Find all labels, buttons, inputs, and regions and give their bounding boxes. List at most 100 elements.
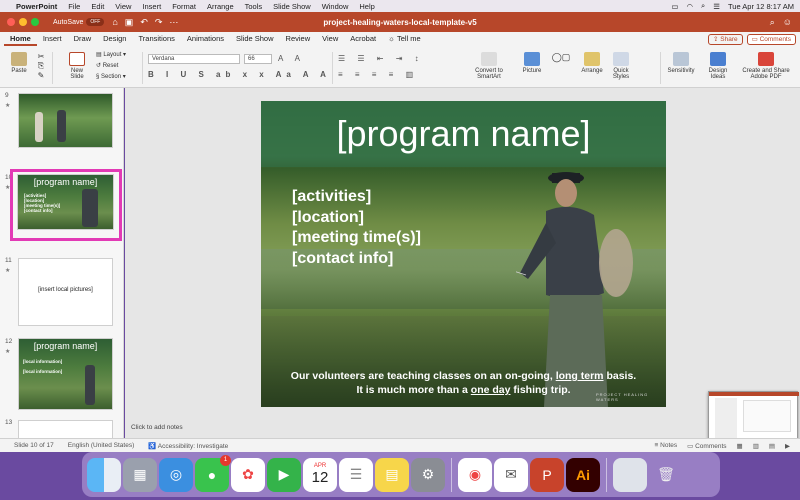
control-center-icon[interactable]: ☰ [713, 2, 720, 11]
footer-underlined: one day [470, 384, 511, 396]
menu-format[interactable]: Format [172, 2, 196, 11]
search-icon[interactable]: ⌕ [701, 1, 705, 11]
tell-me-search[interactable]: ☼ Tell me [382, 32, 427, 46]
menu-help[interactable]: Help [359, 2, 374, 11]
tab-review[interactable]: Review [280, 32, 317, 46]
close-window-button[interactable] [7, 18, 15, 26]
photos-icon[interactable]: ✿ [231, 457, 265, 492]
slide-show-icon[interactable]: ▶ [785, 442, 790, 450]
notes-app-icon[interactable]: ▤ [375, 457, 409, 492]
chrome-icon[interactable]: ◉ [458, 457, 492, 492]
design-ideas-button[interactable]: Design Ideas [704, 52, 732, 80]
slide-thumbnail[interactable] [18, 420, 113, 438]
launchpad-icon[interactable]: ▦ [123, 457, 157, 492]
accessibility-status[interactable]: ♿ Accessibility: Investigate [148, 442, 228, 450]
safari-icon[interactable]: ◎ [159, 457, 193, 492]
layout-label: Layout [103, 52, 122, 58]
menu-clock[interactable]: Tue Apr 12 8:17 AM [728, 2, 794, 11]
folder-icon[interactable] [613, 457, 647, 492]
menu-slide-show[interactable]: Slide Show [273, 2, 311, 11]
minimize-window-button[interactable] [19, 18, 27, 26]
slide-title[interactable]: [program name] [261, 113, 666, 155]
mail-icon[interactable]: ✉ [494, 457, 528, 492]
slide-thumbnail[interactable] [18, 93, 113, 148]
cut-copy-icons[interactable]: ✂ ⎘ ✎ [34, 52, 48, 80]
menu-tools[interactable]: Tools [245, 2, 263, 11]
paste-button[interactable]: Paste [8, 52, 30, 74]
paragraph-align-buttons[interactable]: ≡ ≡ ≡ ≡ ▥ [338, 70, 418, 79]
tab-acrobat[interactable]: Acrobat [344, 32, 382, 46]
tab-insert[interactable]: Insert [37, 32, 68, 46]
arrange-button[interactable]: Arrange [578, 52, 606, 74]
font-format-buttons[interactable]: B I U S ab x x Aa A A [148, 70, 331, 79]
reset-button[interactable]: ↺ Reset [96, 61, 126, 72]
tab-view[interactable]: View [316, 32, 344, 46]
menu-insert[interactable]: Insert [142, 2, 161, 11]
language-status[interactable]: English (United States) [68, 442, 134, 449]
comments-button[interactable]: ▭ Comments [746, 33, 796, 45]
tab-transitions[interactable]: Transitions [132, 32, 180, 46]
wifi-icon[interactable]: ◠ [687, 2, 694, 11]
slide-sorter-icon[interactable]: ▥ [753, 442, 759, 450]
convert-smartart-button[interactable]: Convert to SmartArt [468, 52, 510, 80]
slide-thumbnail[interactable]: [program name] [local information] [loca… [18, 338, 113, 410]
facetime-icon[interactable]: ▶ [267, 457, 301, 492]
messages-icon[interactable]: ● 1 [195, 454, 231, 492]
menu-window[interactable]: Window [322, 2, 349, 11]
redo-icon[interactable]: ↷ [155, 17, 163, 28]
illustrator-icon[interactable]: Ai [566, 457, 600, 492]
picture-button[interactable]: Picture [518, 52, 546, 74]
slide-thumbnail-selected[interactable]: [program name] [activities] [location] [… [17, 174, 114, 230]
slide-body[interactable]: [activities] [location] [meeting time(s)… [292, 187, 421, 269]
zoom-window-button[interactable] [31, 18, 39, 26]
paragraph-list-buttons[interactable]: ☰ ☰ ⇤ ⇥ ↕ [338, 54, 424, 63]
new-slide-button[interactable]: New Slide [64, 52, 90, 80]
slide-thumbnail-panel[interactable]: 9 ★ 10 ★ [program name] [activities] [lo… [0, 88, 124, 438]
battery-icon[interactable]: ▭ [671, 2, 678, 11]
shapes-button[interactable]: ◯▢ [548, 52, 574, 63]
menu-app-name[interactable]: PowerPoint [16, 2, 57, 11]
thumb-number: 13 [5, 419, 13, 426]
menu-view[interactable]: View [115, 2, 131, 11]
share-button[interactable]: ⇪ Share [707, 33, 743, 45]
menu-arrange[interactable]: Arrange [207, 2, 234, 11]
font-name-select[interactable]: Verdana [148, 54, 240, 64]
menu-file[interactable]: File [68, 2, 80, 11]
tab-animations[interactable]: Animations [181, 32, 230, 46]
window-controls [7, 18, 39, 26]
more-icon[interactable]: ⋯ [169, 17, 178, 28]
menu-edit[interactable]: Edit [91, 2, 104, 11]
autosave-toggle[interactable]: OFF [86, 18, 105, 26]
finder-icon[interactable] [87, 457, 121, 492]
quick-styles-button[interactable]: Quick Styles [608, 52, 634, 80]
tab-slide-show[interactable]: Slide Show [230, 32, 280, 46]
tab-home[interactable]: Home [4, 32, 37, 46]
footer-text: Our volunteers are teaching classes on a… [290, 370, 556, 382]
home-icon[interactable]: ⌂ [112, 17, 117, 28]
autosave-control[interactable]: AutoSave OFF [53, 18, 105, 26]
current-slide[interactable]: [program name] [activities] [location] [… [261, 101, 666, 407]
system-preferences-icon[interactable]: ⚙ [411, 457, 445, 492]
calendar-icon[interactable]: APR 12 [303, 457, 337, 492]
reminders-icon[interactable]: ☰ [339, 457, 373, 492]
slide-thumbnail[interactable]: [insert local pictures] [18, 258, 113, 326]
tab-draw[interactable]: Draw [68, 32, 98, 46]
undo-icon[interactable]: ↶ [140, 17, 148, 28]
font-size-select[interactable]: 66 [244, 54, 272, 64]
sensitivity-button[interactable]: Sensitivity [664, 52, 698, 74]
tab-design[interactable]: Design [97, 32, 132, 46]
notes-button[interactable]: ≡ Notes [655, 442, 678, 449]
reading-view-icon[interactable]: ▤ [769, 442, 775, 450]
comments-status-button[interactable]: ▭ Comments [687, 442, 726, 450]
powerpoint-icon[interactable]: P [530, 457, 564, 492]
font-size-grow-shrink[interactable]: A A [278, 54, 305, 63]
normal-view-icon[interactable]: ▦ [737, 442, 743, 450]
section-button[interactable]: § Section ▾ [96, 72, 126, 83]
trash-icon[interactable]: 🗑 [649, 458, 683, 492]
notes-placeholder[interactable]: Click to add notes [131, 424, 183, 431]
layout-button[interactable]: ▤ Layout ▾ [96, 50, 126, 61]
save-icon[interactable]: ▣ [125, 17, 134, 28]
create-pdf-button[interactable]: Create and Share Adobe PDF [738, 52, 794, 80]
search-icon[interactable]: ⌕ [770, 17, 775, 28]
account-icon[interactable]: ☺ [783, 17, 792, 28]
